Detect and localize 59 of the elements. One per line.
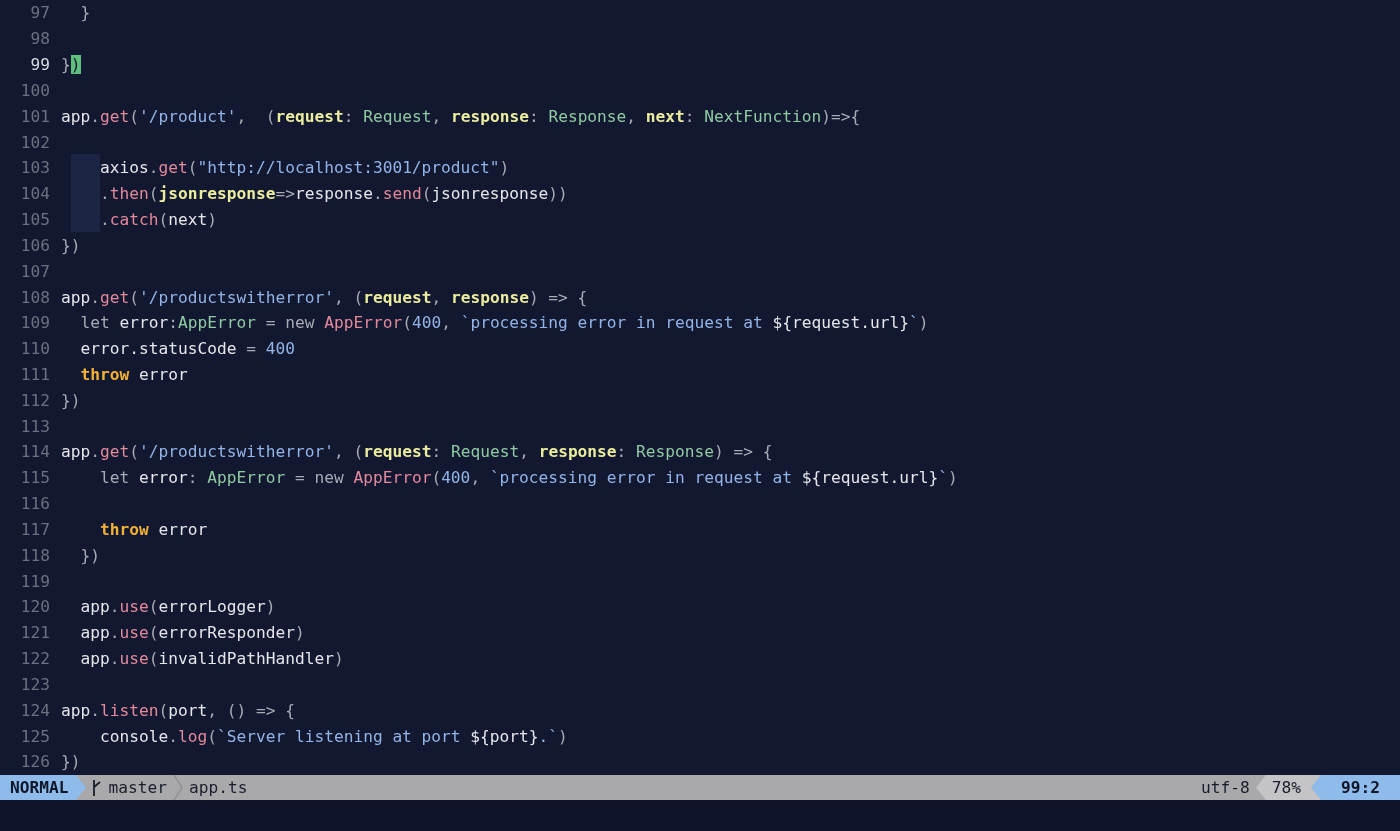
code-line: app.use(errorLogger) [79,597,276,617]
file-encoding: utf-8 [1200,778,1251,797]
line-number: 117 [19,519,51,539]
line-number: 125 [19,726,51,746]
code-line: console.log(`Server listening at port ${port}.`) [98,726,568,746]
code-line: }) [61,55,81,75]
line-number: 112 [19,390,51,410]
line-number: 122 [19,649,51,669]
code-line: let error: AppError = new AppError(400, `processing error in request at ${request.url}`) [98,468,958,488]
line-number: 105 [19,210,51,230]
line-number: 111 [19,365,51,384]
line-number: 116 [19,494,51,514]
code-line: app.listen(port, () => { [61,700,295,720]
line-number: 107 [19,261,51,281]
code-line: axios.get("http://localhost:3001/product") [61,158,510,178]
line-number: 109 [19,313,51,333]
line-number: 108 [19,287,51,307]
line-number: 103 [19,158,51,178]
line-number: 97 [29,3,51,23]
code-line: app.get('/productswitherror', (request: Request, response: Response) => { [61,442,773,462]
code-line: app.get('/productswitherror', (request, response) => { [61,287,588,307]
segment-arrow [1255,775,1266,800]
line-number: 119 [19,571,51,591]
segment-divider [172,775,183,800]
code-line: .then(jsonresponse=>response.send(jsonresponse)) [61,184,568,204]
code-line: throw error [79,365,188,384]
line-number: 126 [19,752,51,772]
code-line: .catch(next) [61,210,217,230]
code-line: app.use(errorResponder) [79,623,305,643]
line-number: 120 [19,597,51,617]
line-number: 123 [19,674,51,694]
segment-arrow [76,775,87,800]
code-line: let error:AppError = new AppError(400, `processing error in request at ${request.url}`) [79,313,929,333]
line-number: 99 [29,55,51,75]
line-number: 115 [19,468,51,488]
line-number: 121 [19,623,51,643]
code-line: }) [61,390,81,410]
code-line: app.use(invalidPathHandler) [79,649,344,669]
code-line: }) [79,545,100,565]
code-line: app.get('/product', (request: Request, response: Response, next: NextFunction)=>{ [61,106,861,126]
line-number: 114 [19,442,51,462]
file-name: app.ts [187,778,249,797]
code-line: }) [61,752,81,772]
line-number: 106 [19,235,51,255]
code-line: }) [61,235,81,255]
branch-icon [90,778,103,797]
line-number: 104 [19,184,51,204]
branch-name: master [107,778,168,797]
code-line: } [79,3,91,23]
line-number: 102 [19,132,51,152]
code-line: error.statusCode = 400 [79,339,295,359]
line-number: 124 [19,700,51,720]
line-number: 98 [29,29,51,49]
line-number: 101 [19,106,51,126]
line-number: 118 [19,545,51,565]
code-line: throw error [98,519,208,539]
line-number: 113 [19,416,51,436]
line-number: 100 [19,80,51,100]
line-number: 110 [19,339,51,359]
